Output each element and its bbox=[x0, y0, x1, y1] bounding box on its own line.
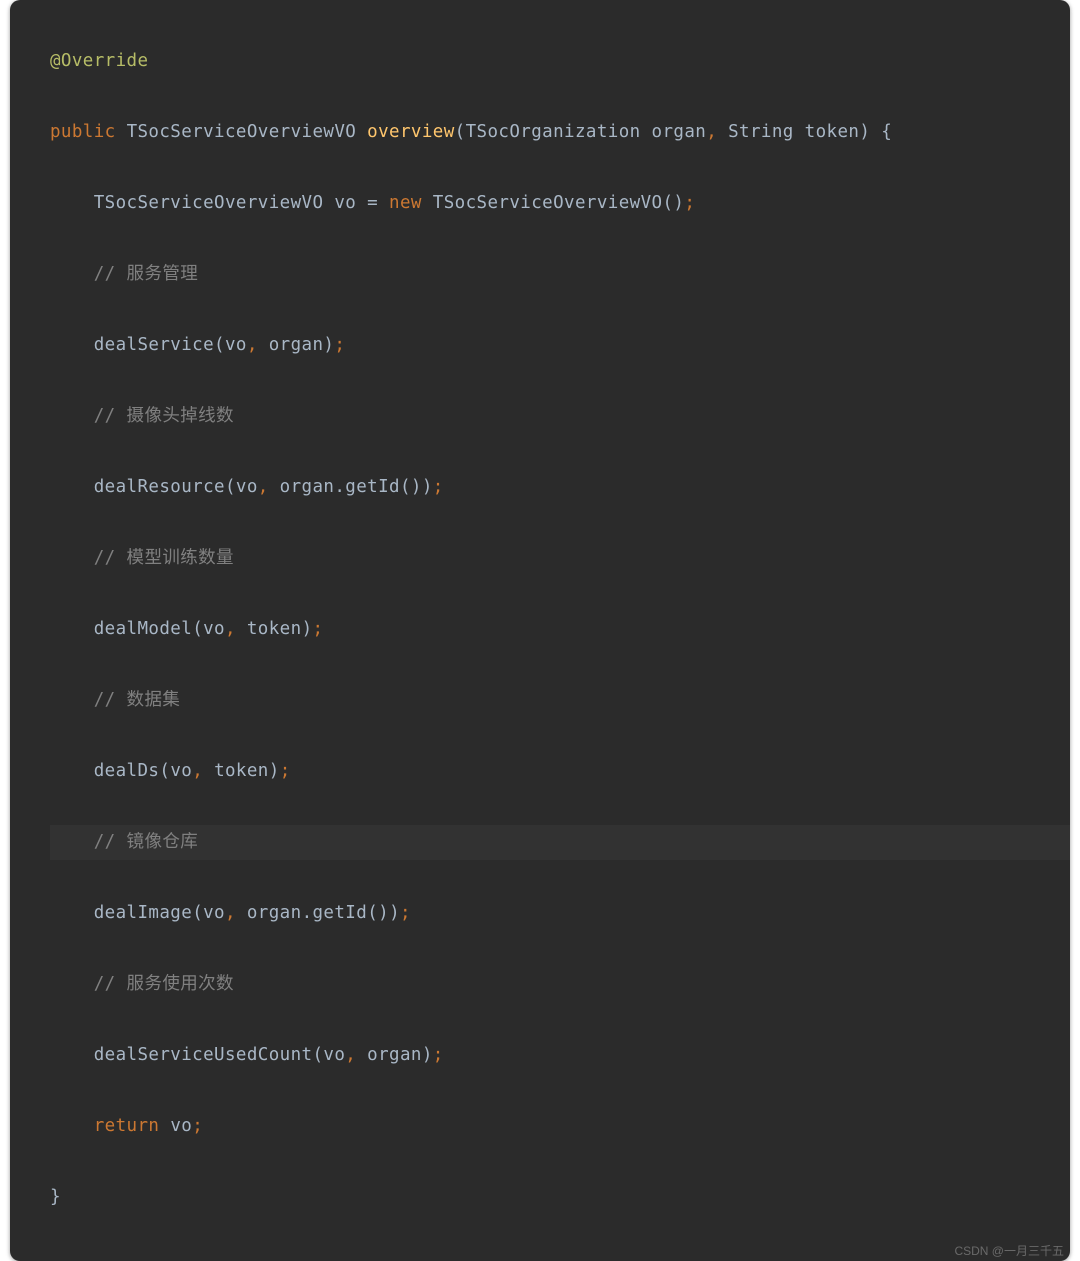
code-editor: @Override public TSocServiceOverviewVO o… bbox=[10, 0, 1070, 1261]
brace-token: { bbox=[881, 122, 892, 142]
call-token: dealDs bbox=[94, 761, 160, 781]
paren-token: ) bbox=[389, 903, 400, 923]
semi-token: ; bbox=[433, 1045, 444, 1065]
semi-token: ; bbox=[433, 477, 444, 497]
keyword-token: return bbox=[94, 1116, 160, 1136]
code-line: return vo; bbox=[50, 1109, 1070, 1145]
type-token: TSocServiceOverviewVO bbox=[433, 193, 663, 213]
ident-token: token bbox=[214, 761, 269, 781]
paren-token: () bbox=[662, 193, 684, 213]
type-token: TSocOrganization bbox=[466, 122, 641, 142]
comma-token: , bbox=[225, 619, 236, 639]
ident-token: vo bbox=[225, 335, 247, 355]
ident-token: vo bbox=[334, 193, 356, 213]
comma-token: , bbox=[345, 1045, 356, 1065]
ident-token: token bbox=[247, 619, 302, 639]
comment-token: // 模型训练数量 bbox=[94, 548, 234, 568]
dot-token: . bbox=[302, 903, 313, 923]
semi-token: ; bbox=[400, 903, 411, 923]
ident-token: vo bbox=[203, 903, 225, 923]
paren-token: ( bbox=[159, 761, 170, 781]
method-token: overview bbox=[367, 122, 455, 142]
method-call-token: getId bbox=[313, 903, 368, 923]
paren-token: ( bbox=[312, 1045, 323, 1065]
ident-token: vo bbox=[323, 1045, 345, 1065]
paren-token: ) bbox=[323, 335, 334, 355]
ident-token: organ bbox=[652, 122, 707, 142]
paren-token: () bbox=[367, 903, 389, 923]
type-token: String bbox=[728, 122, 794, 142]
ident-token: organ bbox=[367, 1045, 422, 1065]
code-line: dealImage(vo, organ.getId()); bbox=[50, 896, 1070, 932]
code-line: // 服务管理 bbox=[50, 257, 1070, 293]
semi-token: ; bbox=[684, 193, 695, 213]
semi-token: ; bbox=[280, 761, 291, 781]
comment-token: // 服务管理 bbox=[94, 264, 198, 284]
code-line: // 摄像头掉线数 bbox=[50, 399, 1070, 435]
code-block: @Override public TSocServiceOverviewVO o… bbox=[10, 8, 1070, 1251]
comma-token: , bbox=[192, 761, 203, 781]
dot-token: . bbox=[334, 477, 345, 497]
ident-token: token bbox=[805, 122, 860, 142]
semi-token: ; bbox=[334, 335, 345, 355]
paren-token: ) bbox=[422, 1045, 433, 1065]
comma-token: , bbox=[225, 903, 236, 923]
method-call-token: getId bbox=[345, 477, 400, 497]
type-token: TSocServiceOverviewVO bbox=[94, 193, 324, 213]
paren-token: () bbox=[400, 477, 422, 497]
call-token: dealModel bbox=[94, 619, 192, 639]
comment-token: // 摄像头掉线数 bbox=[94, 406, 234, 426]
comma-token: , bbox=[258, 477, 269, 497]
code-line: dealDs(vo, token); bbox=[50, 754, 1070, 790]
type-token: TSocServiceOverviewVO bbox=[127, 122, 357, 142]
code-line: // 模型训练数量 bbox=[50, 541, 1070, 577]
call-token: dealImage bbox=[94, 903, 192, 923]
paren-token: ) bbox=[269, 761, 280, 781]
code-line-highlighted: // 镜像仓库 bbox=[50, 825, 1070, 861]
code-line: dealModel(vo, token); bbox=[50, 612, 1070, 648]
keyword-token: new bbox=[389, 193, 422, 213]
paren-token: ( bbox=[192, 903, 203, 923]
paren-token: ( bbox=[225, 477, 236, 497]
semi-token: ; bbox=[192, 1116, 203, 1136]
code-line: dealServiceUsedCount(vo, organ); bbox=[50, 1038, 1070, 1074]
call-token: dealServiceUsedCount bbox=[94, 1045, 313, 1065]
code-line: // 数据集 bbox=[50, 683, 1070, 719]
ident-token: vo bbox=[203, 619, 225, 639]
code-line: dealService(vo, organ); bbox=[50, 328, 1070, 364]
paren-token: ) bbox=[302, 619, 313, 639]
paren-token: ) bbox=[859, 122, 870, 142]
code-line: // 服务使用次数 bbox=[50, 967, 1070, 1003]
semi-token: ; bbox=[313, 619, 324, 639]
comment-token: // 服务使用次数 bbox=[94, 974, 234, 994]
code-line: dealResource(vo, organ.getId()); bbox=[50, 470, 1070, 506]
annotation-token: @Override bbox=[50, 51, 148, 71]
ident-token: organ bbox=[269, 335, 324, 355]
comma-token: , bbox=[247, 335, 258, 355]
paren-token: ( bbox=[214, 335, 225, 355]
comma-token: , bbox=[706, 122, 717, 142]
paren-token: ( bbox=[455, 122, 466, 142]
code-line: TSocServiceOverviewVO vo = new TSocServi… bbox=[50, 186, 1070, 222]
code-line: } bbox=[50, 1180, 1070, 1216]
call-token: dealService bbox=[94, 335, 214, 355]
comment-token: // 镜像仓库 bbox=[94, 832, 198, 852]
ident-token: vo bbox=[170, 761, 192, 781]
call-token: dealResource bbox=[94, 477, 225, 497]
code-line: public TSocServiceOverviewVO overview(TS… bbox=[50, 115, 1070, 151]
paren-token: ( bbox=[192, 619, 203, 639]
paren-token: ) bbox=[422, 477, 433, 497]
comment-token: // 数据集 bbox=[94, 690, 181, 710]
ident-token: organ bbox=[280, 477, 335, 497]
ident-token: vo bbox=[170, 1116, 192, 1136]
brace-token: } bbox=[50, 1187, 61, 1207]
watermark-text: CSDN @一月三千五 bbox=[954, 1242, 1064, 1259]
ident-token: vo bbox=[236, 477, 258, 497]
code-line: @Override bbox=[50, 44, 1070, 80]
keyword-token: public bbox=[50, 122, 116, 142]
ident-token: organ bbox=[247, 903, 302, 923]
eq-token: = bbox=[367, 193, 378, 213]
